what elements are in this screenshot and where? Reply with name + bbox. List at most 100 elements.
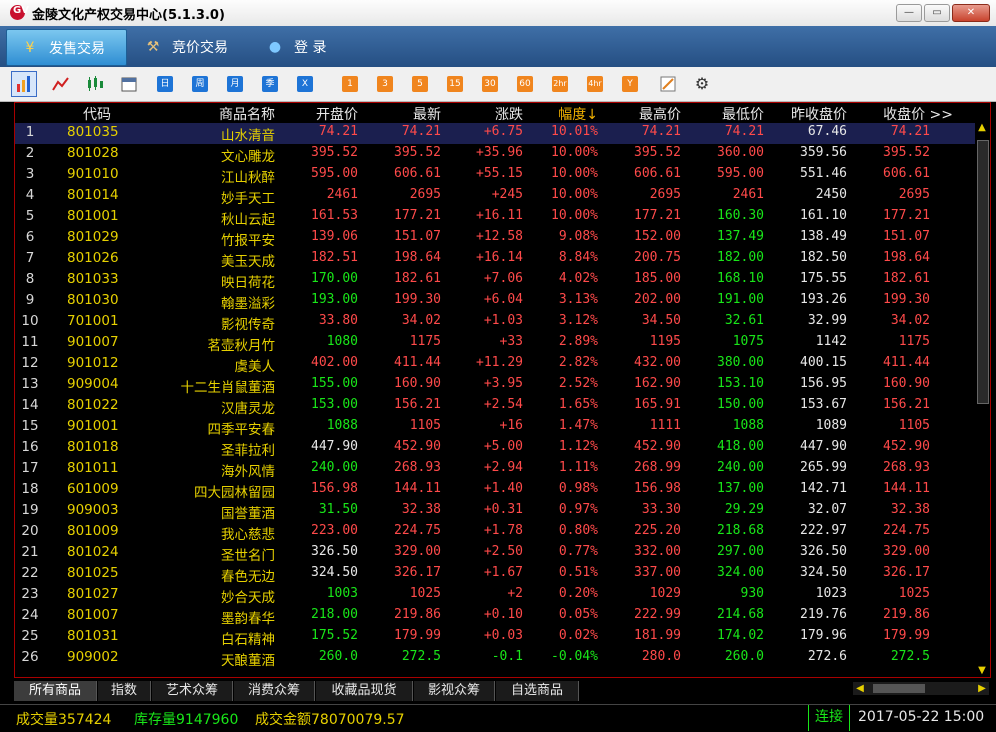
last-price: 34.02 bbox=[401, 313, 441, 328]
last-price: 224.75 bbox=[394, 523, 441, 538]
close-button[interactable]: ✕ bbox=[952, 4, 990, 22]
open-price: 447.90 bbox=[311, 439, 358, 454]
tab-index[interactable]: 指数 bbox=[98, 681, 151, 701]
hscroll-thumb[interactable] bbox=[873, 684, 925, 693]
tab-login[interactable]: ● 登 录 bbox=[252, 29, 352, 64]
table-row[interactable]: 13 909004 十二生肖鼠董酒 155.00 160.90 +3.95 2.52% 162… bbox=[15, 375, 975, 396]
table-row[interactable]: 5 801001 秋山云起 161.53 177.21 +16.11 10.00% 177.2… bbox=[15, 207, 975, 228]
header-change[interactable]: 涨跌 bbox=[495, 104, 523, 124]
period-3min-button[interactable]: 3 bbox=[377, 76, 393, 92]
maximize-button[interactable]: ▭ bbox=[924, 4, 950, 22]
period-60min-button[interactable]: 60 bbox=[517, 76, 533, 92]
header-open[interactable]: 开盘价 bbox=[316, 104, 358, 124]
tab-collectibles-spot[interactable]: 收藏品现货 bbox=[316, 681, 413, 701]
header-prev-close[interactable]: 昨收盘价 bbox=[791, 104, 847, 124]
tab-all-products[interactable]: 所有商品 bbox=[14, 681, 97, 701]
table-row[interactable]: 22 801025 春色无边 324.50 326.17 +1.67 0.51% 337.00… bbox=[15, 564, 975, 585]
table-row[interactable]: 16 801018 圣菲拉利 447.90 452.90 +5.00 1.12% 452.90… bbox=[15, 438, 975, 459]
scroll-up-icon[interactable]: ▲ bbox=[976, 122, 988, 134]
tab-film-crowdfunding[interactable]: 影视众筹 bbox=[414, 681, 495, 701]
open-price: 161.53 bbox=[311, 208, 358, 223]
minimize-button[interactable]: — bbox=[896, 4, 922, 22]
prev-close: 156.95 bbox=[800, 376, 847, 391]
period-quarter-button[interactable]: 季 bbox=[262, 76, 278, 92]
line-chart-icon[interactable] bbox=[52, 76, 69, 92]
table-row[interactable]: 7 801026 美玉天成 182.51 198.64 +16.14 8.84% 200.75… bbox=[15, 249, 975, 270]
prev-close: 2450 bbox=[815, 187, 847, 202]
close-price: 177.21 bbox=[883, 208, 930, 223]
product-name: 四季平安春 bbox=[207, 422, 276, 438]
tab-art-crowdfunding[interactable]: 艺术众筹 bbox=[152, 681, 233, 701]
scroll-down-icon[interactable]: ▼ bbox=[976, 665, 988, 677]
tab-consumer-crowdfunding[interactable]: 消费众筹 bbox=[234, 681, 315, 701]
table-row[interactable]: 20 801009 我心慈悲 223.00 224.75 +1.78 0.80% 225.20… bbox=[15, 522, 975, 543]
period-15min-button[interactable]: 15 bbox=[447, 76, 463, 92]
table-row[interactable]: 6 801029 竹报平安 139.06 151.07 +12.58 9.08% 152.00… bbox=[15, 228, 975, 249]
period-week-button[interactable]: 周 bbox=[192, 76, 208, 92]
row-index: 9 bbox=[25, 292, 35, 308]
horizontal-scrollbar[interactable]: ◀ ▶ bbox=[853, 682, 989, 695]
table-row[interactable]: 10 701001 影视传奇 33.80 34.02 +1.03 3.12% 34.50 32.… bbox=[15, 312, 975, 333]
header-change-pct[interactable]: 幅度↓ bbox=[558, 104, 598, 124]
table-row[interactable]: 23 801027 妙合天成 1003 1025 +2 0.20% 1029 930 1023 10… bbox=[15, 585, 975, 606]
scroll-right-icon[interactable]: ▶ bbox=[975, 682, 989, 695]
table-row[interactable]: 3 901010 江山秋醉 595.00 606.61 +55.15 10.00% 606.6… bbox=[15, 165, 975, 186]
table-row[interactable]: 11 901007 茗壶秋月竹 1080 1175 +33 2.89% 1195 1075 114… bbox=[15, 333, 975, 354]
open-price: 170.00 bbox=[311, 271, 358, 286]
tab-auction-trading[interactable]: ⚒ 竞价交易 bbox=[130, 29, 250, 64]
user-icon: ● bbox=[268, 38, 282, 55]
header-code[interactable]: 代码 bbox=[83, 104, 111, 124]
last-price: 1175 bbox=[409, 334, 441, 349]
table-row[interactable]: 12 901012 虞美人 402.00 411.44 +11.29 2.82% 432.00… bbox=[15, 354, 975, 375]
header-low[interactable]: 最低价 bbox=[722, 104, 764, 124]
period-month-button[interactable]: 月 bbox=[227, 76, 243, 92]
period-day-button[interactable]: 日 bbox=[157, 76, 173, 92]
period-year-button[interactable]: Y bbox=[622, 76, 638, 92]
period-4hr-button[interactable]: 4hr bbox=[587, 76, 603, 92]
candlestick-icon[interactable] bbox=[86, 76, 103, 92]
header-high[interactable]: 最高价 bbox=[639, 104, 681, 124]
product-name: 虞美人 bbox=[234, 359, 276, 375]
product-code: 601009 bbox=[67, 481, 119, 497]
header-close[interactable]: 收盘价 >> bbox=[883, 104, 953, 124]
low-price: 137.00 bbox=[717, 481, 764, 496]
product-name: 汉唐灵龙 bbox=[221, 401, 275, 417]
open-price: 33.80 bbox=[318, 313, 358, 328]
table-row[interactable]: 4 801014 妙手天工 2461 2695 +245 10.00% 2695 2461 245… bbox=[15, 186, 975, 207]
high-price: 181.99 bbox=[634, 628, 681, 643]
table-row[interactable]: 25 801031 白石精神 175.52 179.99 +0.03 0.02% 181.99… bbox=[15, 627, 975, 648]
scroll-thumb[interactable] bbox=[977, 140, 989, 404]
period-2hr-button[interactable]: 2hr bbox=[552, 76, 568, 92]
open-price: 218.00 bbox=[311, 607, 358, 622]
connection-status[interactable]: 连接 bbox=[808, 705, 850, 731]
period-5min-button[interactable]: 5 bbox=[412, 76, 428, 92]
vertical-scrollbar[interactable]: ▲ ▼ bbox=[975, 122, 989, 677]
low-price: 32.61 bbox=[724, 313, 764, 328]
table-row[interactable]: 17 801011 海外风情 240.00 268.93 +2.94 1.11% 268.99… bbox=[15, 459, 975, 480]
period-1min-button[interactable]: 1 bbox=[342, 76, 358, 92]
draw-tool-icon[interactable] bbox=[660, 76, 676, 92]
table-row[interactable]: 1 801035 山水清音 74.21 74.21 +6.75 10.01% 74.21 74.… bbox=[15, 123, 975, 144]
table-row[interactable]: 21 801024 圣世名门 326.50 329.00 +2.50 0.77% 332.00… bbox=[15, 543, 975, 564]
table-row[interactable]: 18 601009 四大园林留园 156.98 144.11 +1.40 0.98% 156.… bbox=[15, 480, 975, 501]
tab-sale-trading[interactable]: ¥ 发售交易 bbox=[6, 29, 127, 66]
scroll-left-icon[interactable]: ◀ bbox=[853, 682, 867, 695]
table-row[interactable]: 15 901001 四季平安春 1088 1105 +16 1.47% 1111 1088 108… bbox=[15, 417, 975, 438]
table-row[interactable]: 26 909002 天酿董酒 260.0 272.5 -0.1 -0.04% 280.0 260… bbox=[15, 648, 975, 669]
bar-chart-icon[interactable] bbox=[11, 71, 37, 97]
open-price: 240.00 bbox=[311, 460, 358, 475]
table-row[interactable]: 14 801022 汉唐灵龙 153.00 156.21 +2.54 1.65% 165.91… bbox=[15, 396, 975, 417]
period-30min-button[interactable]: 30 bbox=[482, 76, 498, 92]
header-last[interactable]: 最新 bbox=[413, 104, 441, 124]
tab-watchlist[interactable]: 自选商品 bbox=[496, 681, 579, 701]
gear-icon[interactable]: ⚙ bbox=[694, 76, 710, 92]
table-row[interactable]: 2 801028 文心雕龙 395.52 395.52 +35.96 10.00% 395.5… bbox=[15, 144, 975, 165]
calendar-icon[interactable] bbox=[121, 76, 137, 92]
table-row[interactable]: 19 909003 国誉董酒 31.50 32.38 +0.31 0.97% 33.30 29.… bbox=[15, 501, 975, 522]
change-pct: 0.98% bbox=[558, 481, 598, 496]
table-row[interactable]: 24 801007 墨韵春华 218.00 219.86 +0.10 0.05% 222.99… bbox=[15, 606, 975, 627]
period-x-button[interactable]: X bbox=[297, 76, 313, 92]
header-name[interactable]: 商品名称 bbox=[219, 104, 275, 124]
table-row[interactable]: 8 801033 映日荷花 170.00 182.61 +7.06 4.02% 185.00 1… bbox=[15, 270, 975, 291]
table-row[interactable]: 9 801030 翰墨溢彩 193.00 199.30 +6.04 3.13% 202.00 1… bbox=[15, 291, 975, 312]
